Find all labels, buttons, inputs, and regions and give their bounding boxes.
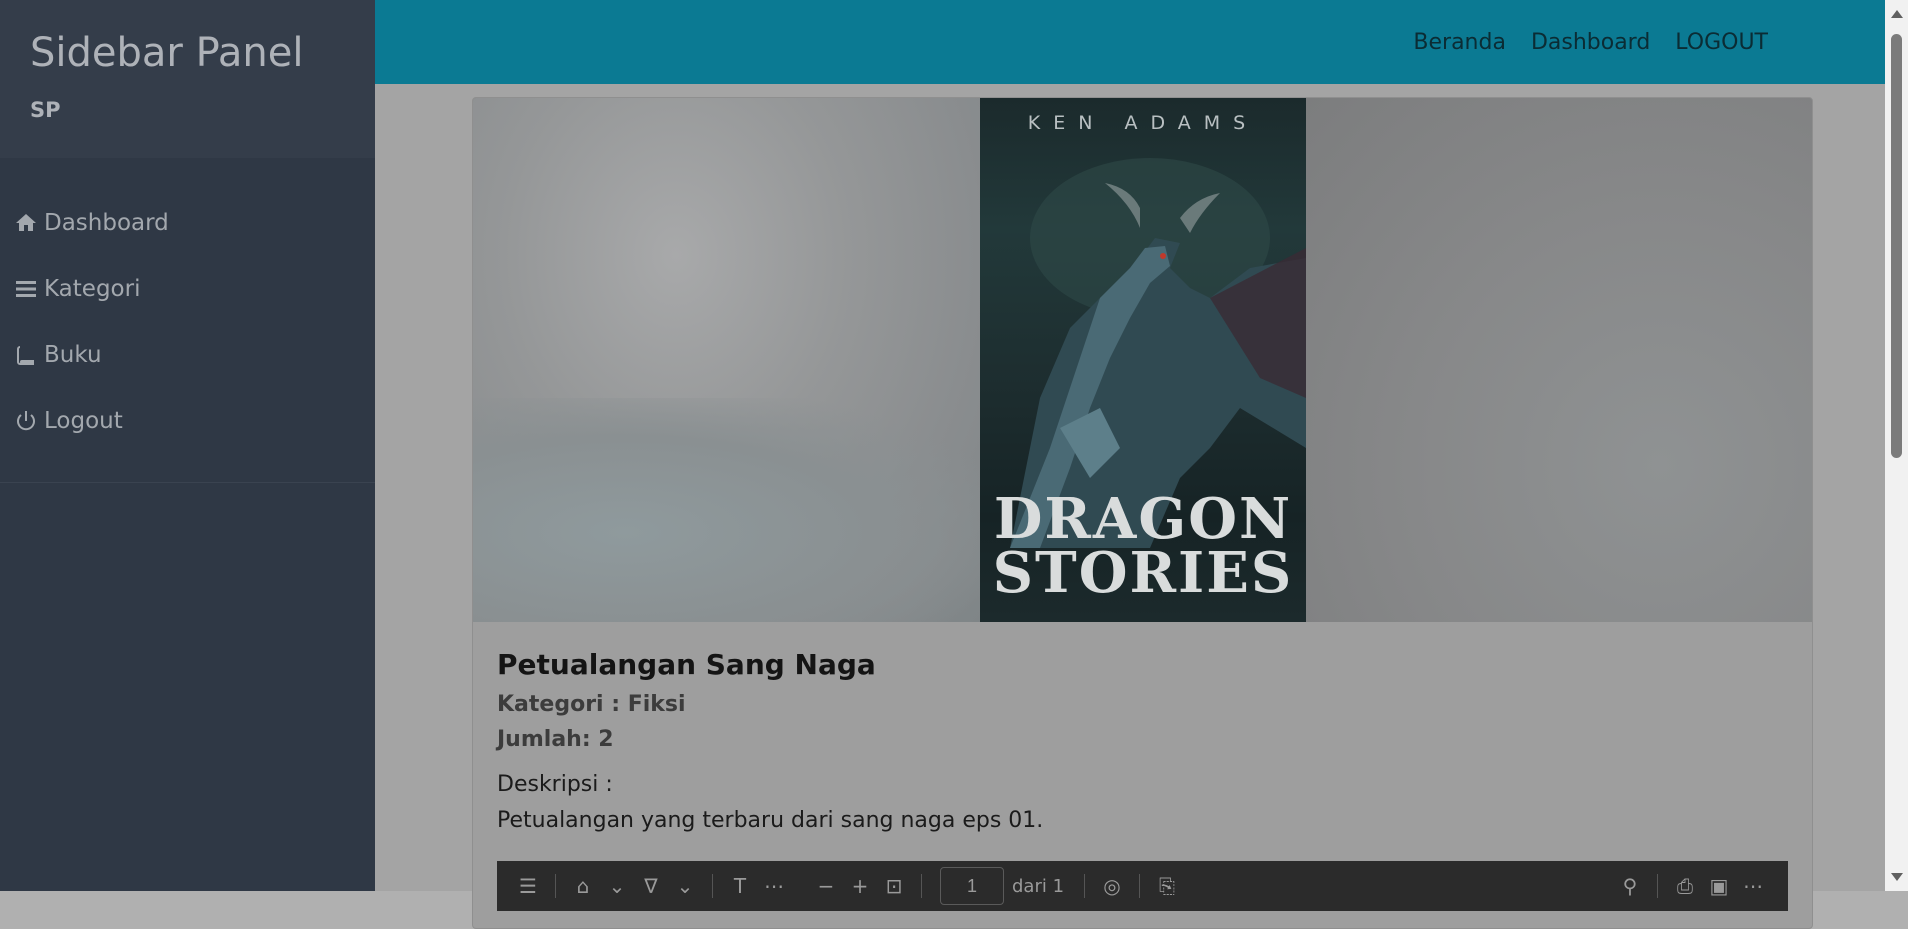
sidebar-divider bbox=[0, 482, 375, 483]
scroll-up-icon[interactable] bbox=[1891, 10, 1903, 18]
sidebar-item-buku[interactable]: Buku bbox=[0, 322, 375, 388]
highlight-icon[interactable]: ⌂ bbox=[566, 869, 600, 903]
pdf-viewer-toolbar: ☰ ⌂ ⌄ ∇ ⌄ T ⋯ − + ⊡ dari 1 ◎ ⎘ ⚲ ⎙ ▣ ⋯ bbox=[497, 861, 1788, 911]
text-icon[interactable]: T bbox=[723, 869, 757, 903]
nav-link-beranda[interactable]: Beranda bbox=[1413, 30, 1506, 55]
rotate-icon[interactable]: ⎘ bbox=[1150, 869, 1184, 903]
sidebar-title: Sidebar Panel bbox=[30, 30, 304, 76]
toolbar-separator bbox=[921, 874, 922, 898]
book-cover-hero: KEN ADAMS DRAGON STORIES bbox=[473, 98, 1812, 622]
toolbar-separator bbox=[1084, 874, 1086, 898]
save-icon[interactable]: ▣ bbox=[1702, 869, 1736, 903]
cover-background-left bbox=[473, 98, 980, 622]
sidebar-item-label: Kategori bbox=[44, 276, 141, 302]
description-label: Deskripsi : bbox=[497, 772, 613, 797]
toolbar-separator bbox=[1139, 874, 1141, 898]
sidebar-item-label: Logout bbox=[44, 408, 123, 434]
book-title: Petualangan Sang Naga bbox=[497, 648, 876, 681]
zoom-in-icon[interactable]: + bbox=[843, 869, 877, 903]
sidebar-item-logout[interactable]: Logout bbox=[0, 388, 375, 454]
draw-icon[interactable]: ∇ bbox=[634, 869, 668, 903]
nav-link-dashboard[interactable]: Dashboard bbox=[1531, 30, 1650, 55]
scrollbar-thumb[interactable] bbox=[1891, 34, 1902, 458]
sidebar-item-dashboard[interactable]: Dashboard bbox=[0, 190, 375, 256]
book-quantity: Jumlah: 2 bbox=[497, 727, 614, 752]
toolbar-separator bbox=[712, 874, 713, 898]
chevron-down-icon[interactable]: ⌄ bbox=[668, 869, 702, 903]
toolbar-separator bbox=[555, 874, 556, 898]
top-navbar: Beranda Dashboard LOGOUT bbox=[375, 0, 1885, 84]
more-options-icon[interactable]: ⋯ bbox=[1736, 869, 1770, 903]
fit-page-icon[interactable]: ⊡ bbox=[877, 869, 911, 903]
sidebar: Sidebar Panel SP Dashboard Kategori Buku… bbox=[0, 0, 375, 891]
page-count: dari 1 bbox=[1012, 875, 1065, 897]
nav-link-logout[interactable]: LOGOUT bbox=[1675, 30, 1768, 55]
zoom-out-icon[interactable]: − bbox=[809, 869, 843, 903]
search-icon[interactable]: ⚲ bbox=[1613, 869, 1647, 903]
scroll-down-icon[interactable] bbox=[1891, 873, 1903, 881]
sidebar-subtitle: SP bbox=[30, 98, 61, 122]
cover-title-line2: STORIES bbox=[992, 540, 1294, 606]
sidebar-item-kategori[interactable]: Kategori bbox=[0, 256, 375, 322]
print-icon[interactable]: ⎙ bbox=[1668, 869, 1702, 903]
page-scrollbar[interactable] bbox=[1885, 0, 1908, 891]
cover-author: KEN ADAMS bbox=[1027, 112, 1259, 134]
sidebar-nav: Dashboard Kategori Buku Logout bbox=[0, 190, 375, 454]
sidebar-item-label: Buku bbox=[44, 342, 102, 368]
book-category: Kategori : Fiksi bbox=[497, 692, 686, 717]
bars-icon bbox=[16, 281, 36, 297]
book-icon bbox=[17, 346, 34, 365]
contents-icon[interactable]: ☰ bbox=[511, 869, 545, 903]
home-icon bbox=[16, 214, 36, 231]
sidebar-item-label: Dashboard bbox=[44, 210, 169, 236]
book-cover-image: KEN ADAMS DRAGON STORIES bbox=[980, 98, 1306, 622]
power-icon bbox=[17, 411, 35, 431]
book-detail-card: KEN ADAMS DRAGON STORIES Petualangan San… bbox=[472, 97, 1813, 929]
page-number-input[interactable] bbox=[940, 867, 1004, 905]
chevron-down-icon[interactable]: ⌄ bbox=[600, 869, 634, 903]
top-nav-links: Beranda Dashboard LOGOUT bbox=[1413, 30, 1768, 55]
toolbar-separator bbox=[1657, 874, 1658, 898]
description-text: Petualangan yang terbaru dari sang naga … bbox=[497, 808, 1044, 833]
main-content: KEN ADAMS DRAGON STORIES Petualangan San… bbox=[375, 84, 1885, 929]
sidebar-header bbox=[0, 0, 375, 158]
cover-title-line1: DRAGON bbox=[993, 486, 1293, 552]
more-icon[interactable]: ⋯ bbox=[757, 869, 791, 903]
cover-background-right bbox=[1306, 98, 1812, 622]
read-aloud-icon[interactable]: ◎ bbox=[1095, 869, 1129, 903]
